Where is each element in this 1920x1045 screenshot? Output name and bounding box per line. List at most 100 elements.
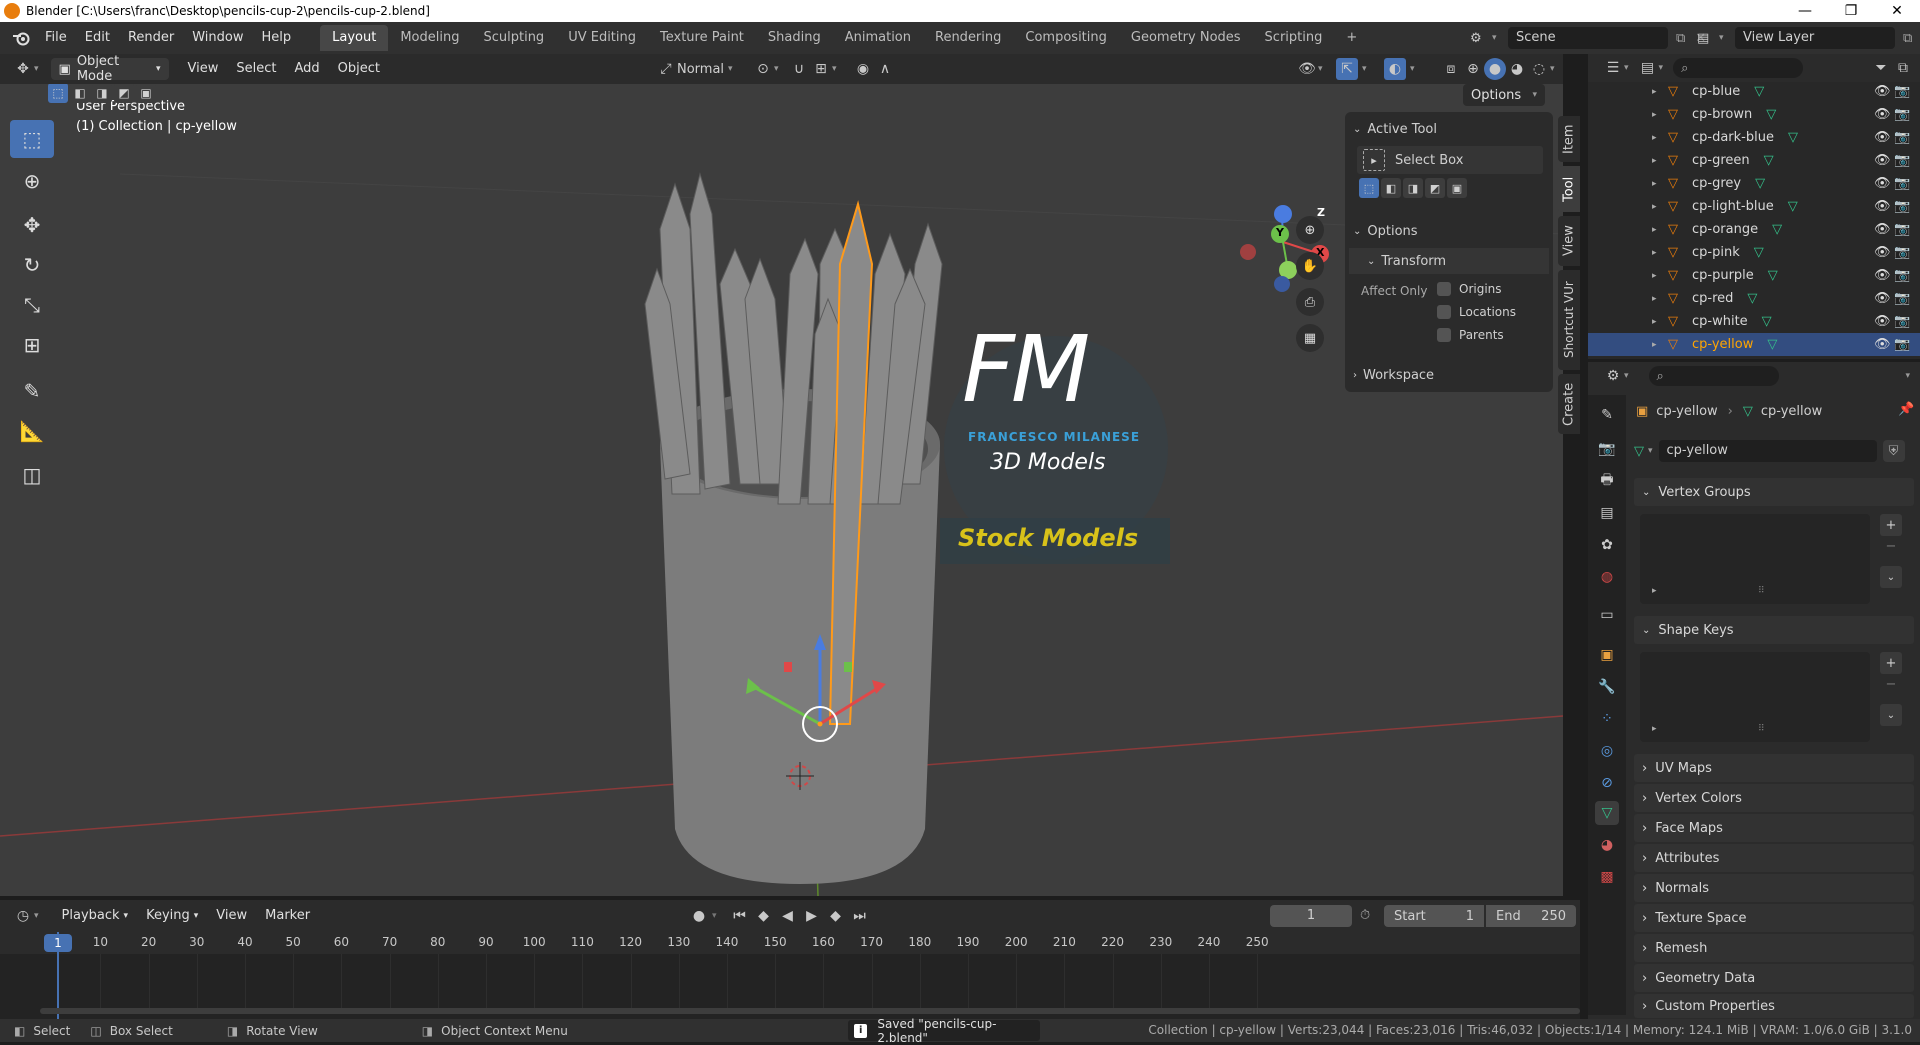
tool-tab-icon[interactable]: ✎ [1595,403,1619,427]
viewport-menu-add[interactable]: Add [286,57,329,81]
menu-help[interactable]: Help [253,26,301,50]
scale-tool-icon[interactable]: ⤡ [10,286,54,324]
output-tab-icon[interactable]: 🖶 [1595,469,1619,493]
mode-set-icon[interactable]: ⬚ [1359,178,1379,198]
chevron-down-icon[interactable]: ▾ [1905,371,1910,381]
jump-end-icon[interactable]: ⏭ [849,905,871,927]
expand-icon[interactable]: ▸ [1652,586,1657,596]
outliner-item[interactable]: ▸ ▽ cp-pink ▽ 👁 📷 [1588,241,1920,264]
camera-render-icon[interactable]: 📷 [1894,199,1910,214]
remove-vertex-group-button[interactable]: − [1880,538,1902,554]
camera-render-icon[interactable]: 📷 [1894,291,1910,306]
mode-intersect-icon[interactable]: ▣ [1447,178,1467,198]
shape-keys-header[interactable]: ⌄ Shape Keys [1634,616,1914,644]
pan-hand-icon[interactable]: ✋ [1296,252,1324,280]
tab-modeling[interactable]: Modeling [388,25,471,51]
play-reverse-icon[interactable]: ◀ [777,905,799,927]
camera-render-icon[interactable]: 📷 [1894,245,1910,260]
texture-space-header[interactable]: › Texture Space [1634,904,1914,932]
minimize-button[interactable]: — [1782,0,1828,22]
pivot-point-dropdown[interactable]: ⊙ ▾ [752,58,778,80]
camera-render-icon[interactable]: 📷 [1894,222,1910,237]
editor-type-icon[interactable]: ✥ [12,58,34,80]
select-new-icon[interactable]: ⬚ [48,84,68,103]
select-subtract-icon[interactable]: ◨ [92,84,112,103]
tab-geometry-nodes[interactable]: Geometry Nodes [1119,25,1253,51]
camera-render-icon[interactable]: 📷 [1894,130,1910,145]
saved-report[interactable]: i Saved "pencils-cup-2.blend" [848,1017,1040,1045]
mode-dropdown[interactable]: ▣ Object Mode ▾ [50,54,169,84]
view-layer-tab-icon[interactable]: ▤ [1595,501,1619,525]
eye-icon[interactable]: 👁 [1874,268,1891,283]
vertex-colors-header[interactable]: › Vertex Colors [1634,784,1914,812]
gizmo-toggle[interactable]: ⇱ ▾ [1336,58,1367,80]
eye-icon[interactable]: 👁 [1874,314,1891,329]
eye-icon[interactable]: 👁 [1874,84,1891,99]
view-layer-selector[interactable]: ▤ ▾ View Layer ⧉ ✕ [1697,26,1920,50]
camera-view-icon[interactable]: ⎙ [1296,288,1324,316]
menu-file[interactable]: File [36,26,76,50]
viewport-menu-view[interactable]: View [179,57,228,81]
next-keyframe-icon[interactable]: ◆ [825,905,847,927]
physics-tab-icon[interactable]: ◎ [1595,739,1619,763]
add-workspace-button[interactable]: + [1334,25,1369,51]
expand-arrow-icon[interactable]: ▸ [1652,202,1668,212]
filter-icon[interactable]: ⏷ [1870,57,1892,79]
play-icon[interactable]: ▶ [801,905,823,927]
scene-tab-icon[interactable]: ✿ [1595,533,1619,557]
attributes-header[interactable]: › Attributes [1634,844,1914,872]
expand-arrow-icon[interactable]: ▸ [1652,340,1668,350]
menu-render[interactable]: Render [119,26,183,50]
outliner-item[interactable]: ▸ ▽ cp-grey ▽ 👁 📷 [1588,172,1920,195]
viewport-menu-select[interactable]: Select [227,57,285,81]
eye-icon[interactable]: 👁 [1874,199,1891,214]
timeline-menu-view[interactable]: View [207,904,256,928]
outliner-item[interactable]: ▸ ▽ cp-purple ▽ 👁 📷 [1588,264,1920,287]
tab-create[interactable]: Create [1558,374,1580,434]
eye-icon[interactable]: 👁 [1874,337,1891,352]
add-shape-key-button[interactable]: + [1880,652,1902,674]
outliner-item[interactable]: ▸ ▽ cp-blue ▽ 👁 📷 [1588,80,1920,103]
outliner-item[interactable]: ▸ ▽ cp-dark-blue ▽ 👁 📷 [1588,126,1920,149]
eye-icon[interactable]: 👁 [1874,153,1891,168]
outliner-item[interactable]: ▸ ▽ cp-brown ▽ 👁 📷 [1588,103,1920,126]
expand-icon[interactable]: ▸ [1652,724,1657,734]
expand-arrow-icon[interactable]: ▸ [1652,271,1668,281]
fake-user-shield-icon[interactable]: ⛨ [1882,440,1905,462]
expand-arrow-icon[interactable]: ▸ [1652,317,1668,327]
expand-arrow-icon[interactable]: ▸ [1652,156,1668,166]
outliner-item[interactable]: ▸ ▽ cp-orange ▽ 👁 📷 [1588,218,1920,241]
custom-properties-header[interactable]: › Custom Properties [1634,994,1914,1018]
mode-subtract-icon[interactable]: ◨ [1403,178,1423,198]
timeline-menu-marker[interactable]: Marker [256,904,319,928]
expand-arrow-icon[interactable]: ▸ [1652,179,1668,189]
active-tool-row[interactable]: ▸ Select Box [1357,146,1543,174]
remesh-header[interactable]: › Remesh [1634,934,1914,962]
camera-render-icon[interactable]: 📷 [1894,337,1910,352]
expand-arrow-icon[interactable]: ▸ [1652,110,1668,120]
xray-icon[interactable]: ⧈ [1440,58,1462,80]
proportional-edit-toggle[interactable]: ◉ ∧ [852,58,896,80]
vertex-group-specials-icon[interactable]: ⌄ [1880,566,1902,588]
wireframe-shading-icon[interactable]: ⊕ [1462,58,1484,80]
material-shading-icon[interactable]: ◕ [1506,58,1528,80]
menu-window[interactable]: Window [183,26,252,50]
face-maps-header[interactable]: › Face Maps [1634,814,1914,842]
3d-viewport[interactable]: Z X Y FM FRANCESCO MILANESE 3D Models St… [0,84,1563,896]
world-tab-icon[interactable]: ◍ [1595,565,1619,589]
menu-edit[interactable]: Edit [76,26,119,50]
collection-tab-icon[interactable]: ▭ [1595,603,1619,627]
transform-tool-icon[interactable]: ⊞ [10,326,54,364]
tab-uv-editing[interactable]: UV Editing [556,25,648,51]
shape-keys-list[interactable]: ▸ ⠿ [1640,652,1870,742]
camera-render-icon[interactable]: 📷 [1894,107,1910,122]
timeline-editor-icon[interactable]: ◷ [12,905,34,927]
properties-search-input[interactable]: ⌕ [1648,366,1779,386]
workspace-header[interactable]: › Workspace [1353,364,1434,386]
current-frame-field[interactable]: 1 [1270,905,1352,927]
tab-rendering[interactable]: Rendering [923,25,1013,51]
tab-animation[interactable]: Animation [833,25,923,51]
modifier-tab-icon[interactable]: 🔧 [1595,675,1619,699]
camera-render-icon[interactable]: 📷 [1894,268,1910,283]
origins-checkbox[interactable]: Origins [1437,282,1502,296]
